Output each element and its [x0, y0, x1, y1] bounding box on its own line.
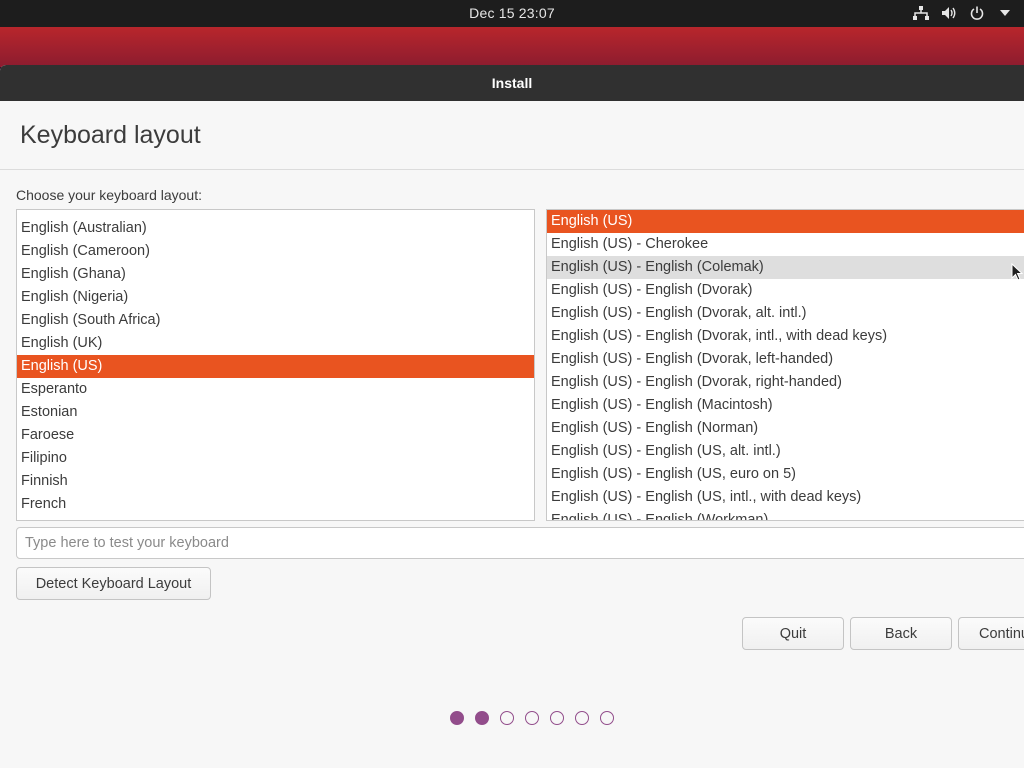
variant-list-item[interactable]: English (US) - English (US, alt. intl.)	[547, 440, 1024, 463]
layout-list-item[interactable]: Faroese	[17, 424, 534, 447]
volume-icon[interactable]	[940, 4, 958, 22]
variant-list-item[interactable]: English (US) - English (Norman)	[547, 417, 1024, 440]
variant-list-item[interactable]: English (US) - English (Dvorak, intl., w…	[547, 325, 1024, 348]
variant-list-item[interactable]: English (US) - English (Colemak)	[547, 256, 1024, 279]
layout-list-item[interactable]: English (US)	[17, 355, 534, 378]
progress-dot	[525, 711, 539, 725]
variant-list-item[interactable]: English (US)	[547, 210, 1024, 233]
back-button[interactable]: Back	[850, 617, 952, 650]
variant-list-item[interactable]: English (US) - Cherokee	[547, 233, 1024, 256]
mouse-pointer-icon	[1011, 262, 1024, 286]
layout-list-item[interactable]: English (Ghana)	[17, 263, 534, 286]
page-title: Keyboard layout	[20, 121, 201, 149]
variant-list-item[interactable]: English (US) - English (Dvorak, alt. int…	[547, 302, 1024, 325]
layout-list-item[interactable]: Filipino	[17, 447, 534, 470]
clock[interactable]: Dec 15 23:07	[0, 5, 1024, 21]
power-icon[interactable]	[968, 4, 986, 22]
progress-dot	[575, 711, 589, 725]
window-titlebar[interactable]: Install	[0, 65, 1024, 101]
progress-dot	[550, 711, 564, 725]
continue-button[interactable]: Continue	[958, 617, 1024, 650]
layout-list-item[interactable]: English (Cameroon)	[17, 240, 534, 263]
network-icon[interactable]	[912, 4, 930, 22]
progress-dot	[450, 711, 464, 725]
choose-layout-label: Choose your keyboard layout:	[16, 187, 202, 203]
quit-button[interactable]: Quit	[742, 617, 844, 650]
layout-list-item[interactable]: English (Nigeria)	[17, 286, 534, 309]
layout-list-item[interactable]: English (UK)	[17, 332, 534, 355]
layout-list-item[interactable]: French	[17, 493, 534, 516]
header-divider	[0, 169, 1024, 170]
top-bar: Dec 15 23:07	[0, 0, 1024, 27]
variant-list-item[interactable]: English (US) - English (US, intl., with …	[547, 486, 1024, 509]
progress-indicator	[450, 711, 614, 725]
variant-list-item[interactable]: English (US) - English (Dvorak, right-ha…	[547, 371, 1024, 394]
progress-dot	[500, 711, 514, 725]
system-tray[interactable]	[912, 4, 1014, 22]
variant-list[interactable]: English (US) English (US) - Cherokee Engli…	[546, 209, 1024, 521]
variant-list-item[interactable]: English (US) - English (Workman)	[547, 509, 1024, 520]
variant-list-item[interactable]: English (US) - English (Macintosh)	[547, 394, 1024, 417]
layout-list-item[interactable]: Estonian	[17, 401, 534, 424]
variant-list-item[interactable]: English (US) - English (Dvorak)	[547, 279, 1024, 302]
layout-list-item[interactable]: English (Australian)	[17, 217, 534, 240]
layout-list-item[interactable]: Finnish	[17, 470, 534, 493]
layout-list[interactable]: English (Australian) English (Cameroon) En…	[16, 209, 535, 521]
installer-window: Install Keyboard layout Choose your keyb…	[0, 65, 1024, 768]
menu-arrow-icon[interactable]	[996, 4, 1014, 22]
window-title: Install	[491, 75, 533, 91]
progress-dot	[600, 711, 614, 725]
variant-list-item[interactable]: English (US) - English (US, euro on 5)	[547, 463, 1024, 486]
keyboard-test-input[interactable]	[16, 527, 1024, 559]
layout-list-item[interactable]: Esperanto	[17, 378, 534, 401]
detect-keyboard-layout-button[interactable]: Detect Keyboard Layout	[16, 567, 211, 600]
progress-dot	[475, 711, 489, 725]
desktop-wallpaper	[0, 27, 1024, 67]
variant-list-item[interactable]: English (US) - English (Dvorak, left-han…	[547, 348, 1024, 371]
layout-list-item[interactable]: English (South Africa)	[17, 309, 534, 332]
